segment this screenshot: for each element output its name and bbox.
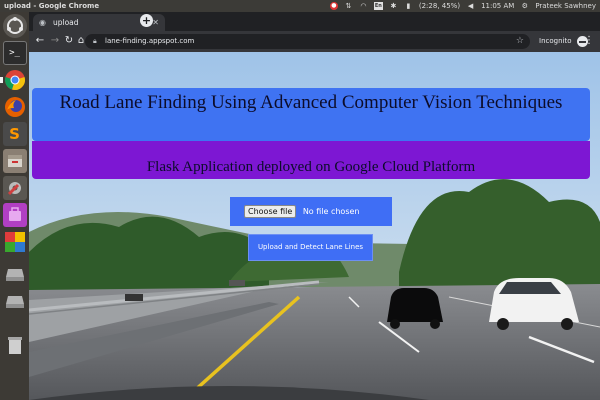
incognito-indicator[interactable]: Incognito [539, 31, 588, 52]
system-top-bar: upload - Google Chrome ● ⇅ ◠ En ✱ ▮ (2:2… [0, 0, 600, 12]
ubuntu-launcher: >_ S [0, 12, 29, 400]
chrome-window: ◉ upload ✕ + ← → ↻ ⌂ 🔒︎ lane-finding.app… [29, 12, 600, 400]
heading-text: Road Lane Finding Using Advanced Compute… [59, 92, 563, 113]
close-tab-icon[interactable]: ✕ [152, 14, 159, 31]
ubuntu-dash-icon[interactable] [2, 14, 27, 38]
clock[interactable]: 11:05 AM [481, 0, 514, 12]
trash-icon[interactable] [3, 333, 27, 357]
page-subheading: Flask Application deployed on Google Clo… [32, 141, 590, 179]
power-icon[interactable]: ⚙ [520, 2, 529, 10]
file-status-text: No file chosen [302, 207, 360, 216]
firefox-icon[interactable] [3, 95, 27, 119]
battery-status[interactable]: (2:28, 45%) [419, 0, 460, 12]
terminal-icon[interactable]: >_ [2, 41, 27, 65]
battery-icon[interactable]: ▮ [404, 2, 413, 10]
window-title: upload - Google Chrome [4, 2, 100, 10]
browser-toolbar: ← → ↻ ⌂ 🔒︎ lane-finding.appspot.com ☆ In… [29, 31, 600, 52]
drive-icon-2[interactable] [3, 290, 27, 314]
system-settings-icon[interactable] [2, 176, 27, 200]
page-heading: Road Lane Finding Using Advanced Compute… [32, 88, 590, 141]
bluetooth-icon[interactable]: ✱ [389, 2, 398, 10]
reload-icon[interactable]: ↻ [63, 35, 75, 47]
lock-icon[interactable]: 🔒︎ [93, 34, 97, 49]
upload-detect-button[interactable]: Upload and Detect Lane Lines [248, 234, 373, 261]
chrome-icon[interactable] [0, 68, 27, 92]
url-text[interactable]: lane-finding.appspot.com [105, 37, 194, 45]
volume-icon[interactable]: ◀ [466, 2, 475, 10]
globe-icon: ◉ [39, 18, 46, 27]
choose-file-button[interactable]: Choose file [244, 205, 297, 218]
keyboard-layout-icon[interactable]: En [373, 2, 383, 10]
tab-title: upload [53, 18, 79, 27]
drive-icon[interactable] [3, 263, 27, 287]
address-bar[interactable]: 🔒︎ lane-finding.appspot.com ☆ [85, 34, 530, 49]
new-tab-button[interactable]: + [140, 14, 153, 27]
file-upload-field: Choose file No file chosen [230, 197, 392, 226]
bookmark-star-icon[interactable]: ☆ [516, 34, 524, 49]
page-viewport: Road Lane Finding Using Advanced Compute… [29, 52, 600, 400]
menu-dots-icon[interactable]: ⋮ [584, 35, 594, 47]
user-name[interactable]: Prateek Sawhney [535, 0, 596, 12]
ubuntu-software-icon[interactable] [2, 203, 27, 227]
record-indicator-icon[interactable]: ● [329, 2, 338, 10]
system-tray: ● ⇅ ◠ En ✱ ▮ (2:28, 45%) ◀ 11:05 AM ⚙ Pr… [329, 0, 596, 12]
tab-strip: ◉ upload ✕ + [29, 12, 600, 31]
back-icon[interactable]: ← [34, 35, 46, 47]
wifi-icon[interactable]: ◠ [359, 2, 368, 10]
arrows-icon[interactable]: ⇅ [344, 2, 353, 10]
sublime-text-icon[interactable]: S [2, 122, 27, 146]
files-icon[interactable] [2, 149, 27, 173]
forward-icon[interactable]: → [49, 35, 61, 47]
libreoffice-icon[interactable] [3, 230, 27, 254]
incognito-label: Incognito [539, 37, 572, 45]
subheading-text: Flask Application deployed on Google Clo… [146, 159, 476, 175]
